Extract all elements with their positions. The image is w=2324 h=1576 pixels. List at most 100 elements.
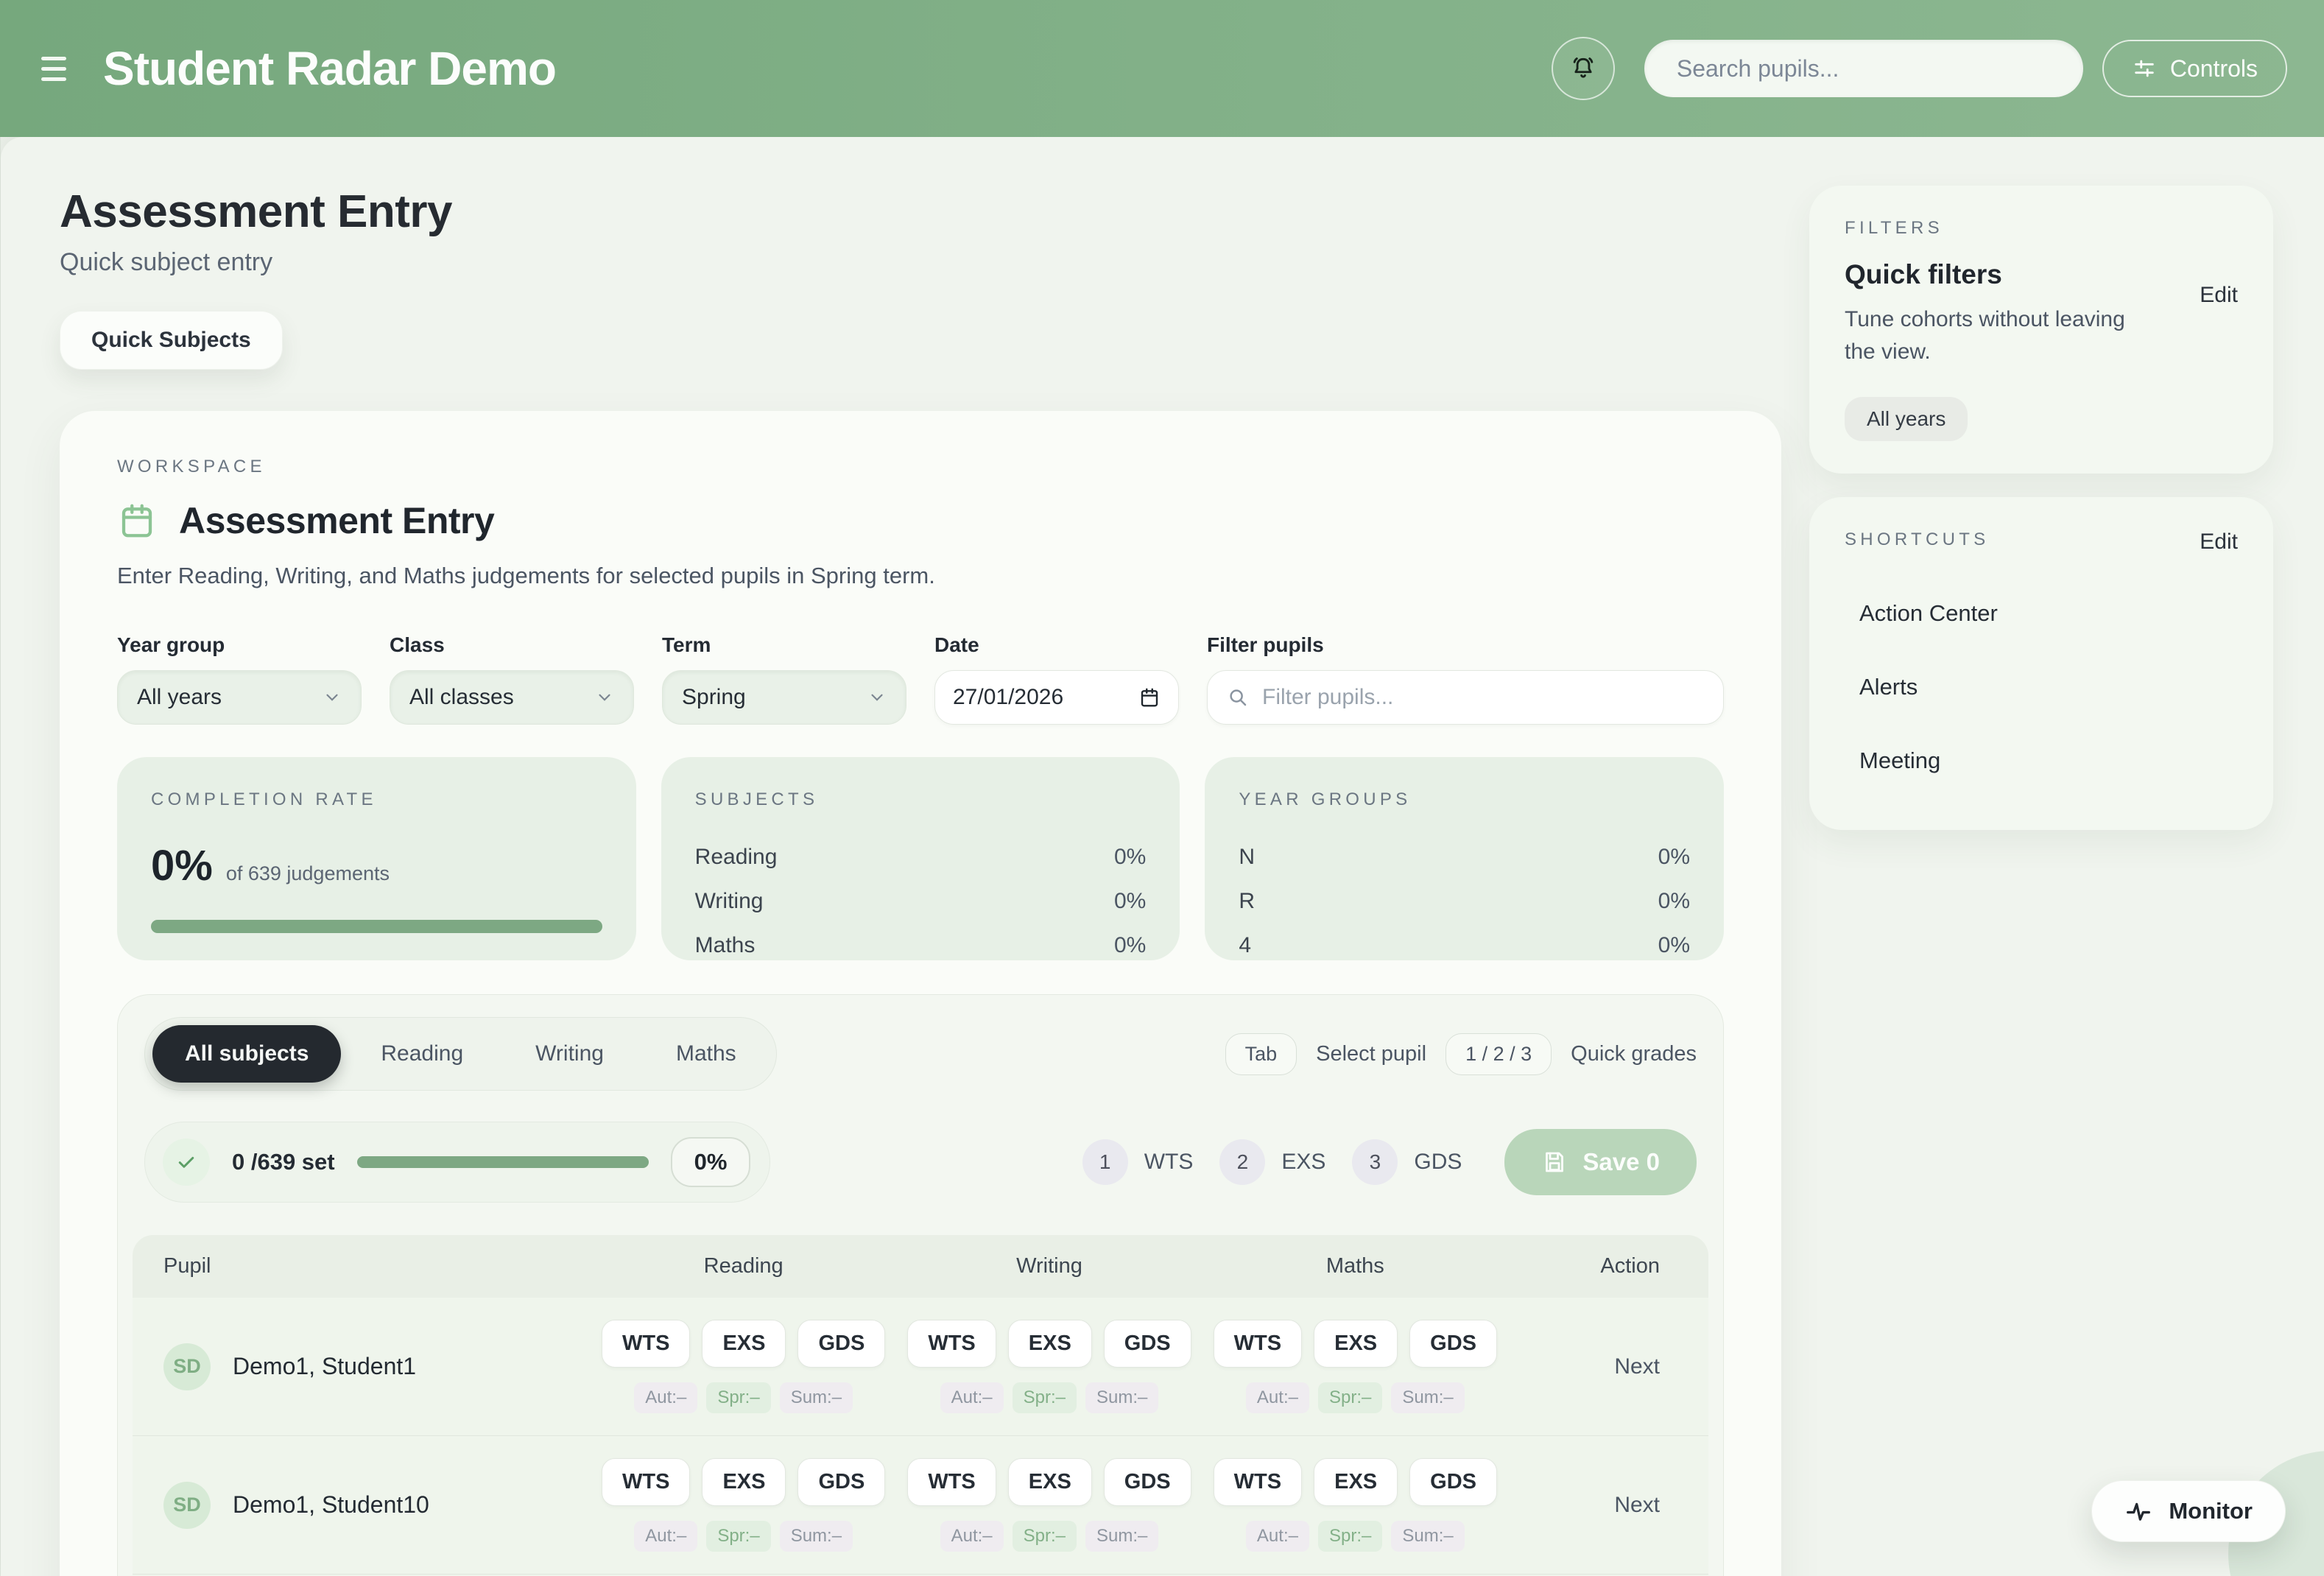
grade-gds-button[interactable]: GDS <box>1409 1320 1497 1368</box>
shortcut-meeting[interactable]: Meeting <box>1845 724 2238 798</box>
term-badge-sum: Sum:– <box>1391 1521 1464 1552</box>
reading-cell: WTS EXS GDS Aut:– Spr:– Sum:– <box>591 1320 896 1413</box>
year-group-label: Year group <box>117 633 362 657</box>
shortcuts-edit-button[interactable]: Edit <box>2200 530 2238 555</box>
grade-wts-button[interactable]: WTS <box>907 1458 996 1506</box>
save-icon <box>1541 1149 1568 1175</box>
tab-all-subjects[interactable]: All subjects <box>152 1025 341 1083</box>
filter-pupils-box[interactable] <box>1207 670 1724 725</box>
monitor-button[interactable]: Monitor <box>2091 1480 2286 1542</box>
term-badge-aut: Aut:– <box>634 1382 697 1413</box>
stats-row: COMPLETION RATE 0% of 639 judgements SUB… <box>117 757 1724 960</box>
term-select[interactable]: Spring <box>662 670 906 725</box>
date-input[interactable]: 27/01/2026 <box>934 670 1179 725</box>
filter-pupils-field: Filter pupils <box>1207 633 1724 725</box>
tab-key-hint: Tab <box>1225 1033 1297 1075</box>
tab-writing[interactable]: Writing <box>503 1025 636 1083</box>
class-select[interactable]: All classes <box>390 670 634 725</box>
grade-exs-button[interactable]: EXS <box>1314 1458 1398 1506</box>
grade-exs-button[interactable]: EXS <box>702 1320 786 1368</box>
year-group-select[interactable]: All years <box>117 670 362 725</box>
grade-wts-button[interactable]: WTS <box>602 1320 690 1368</box>
tab-maths[interactable]: Maths <box>644 1025 769 1083</box>
activity-icon <box>2124 1497 2152 1525</box>
grade-gds-button[interactable]: GDS <box>1409 1458 1497 1506</box>
grade-wts-button[interactable]: WTS <box>1214 1320 1302 1368</box>
grade-exs-button[interactable]: EXS <box>1008 1458 1092 1506</box>
workspace-card: WORKSPACE Assessment Entry Enter Reading… <box>60 411 1781 1576</box>
controls-button[interactable]: Controls <box>2102 40 2287 97</box>
subjects-eyebrow: SUBJECTS <box>695 789 1147 810</box>
col-action: Action <box>1508 1254 1677 1278</box>
completion-eyebrow: COMPLETION RATE <box>151 789 602 810</box>
date-label: Date <box>934 633 1179 657</box>
year-group-stat-row: N0% <box>1239 835 1690 879</box>
grade-gds-button[interactable]: GDS <box>1104 1458 1191 1506</box>
year-group-field: Year group All years <box>117 633 362 725</box>
maths-cell: WTS EXS GDS Aut:– Spr:– Sum:– <box>1203 1320 1508 1413</box>
col-maths: Maths <box>1203 1254 1508 1278</box>
shortcut-action-center[interactable]: Action Center <box>1845 577 2238 650</box>
save-button[interactable]: Save 0 <box>1504 1129 1697 1195</box>
table-row: SD Demo1, Student10 WTS EXS GDS <box>133 1435 1708 1574</box>
completion-rate-card: COMPLETION RATE 0% of 639 judgements <box>117 757 636 960</box>
term-badge-aut: Aut:– <box>940 1382 1004 1413</box>
col-pupil: Pupil <box>163 1254 591 1278</box>
grade-wts-button[interactable]: WTS <box>907 1320 996 1368</box>
global-search[interactable] <box>1644 40 2083 97</box>
search-input[interactable] <box>1677 55 2051 82</box>
all-years-chip[interactable]: All years <box>1845 397 1968 441</box>
entry-panel: All subjects Reading Writing Maths Tab S… <box>117 994 1724 1576</box>
entry-progress: 0 /639 set 0% <box>144 1122 770 1203</box>
shortcut-alerts[interactable]: Alerts <box>1845 650 2238 724</box>
calendar-small-icon <box>1138 686 1161 708</box>
quick-subjects-button[interactable]: Quick Subjects <box>60 311 283 370</box>
grade-exs-button[interactable]: EXS <box>1008 1320 1092 1368</box>
avatar: SD <box>163 1343 211 1390</box>
completion-value: 0% <box>151 841 213 890</box>
class-value: All classes <box>409 685 514 710</box>
filter-pupils-input[interactable] <box>1262 685 1704 710</box>
grade-gds-button[interactable]: GDS <box>797 1458 885 1506</box>
main-panel: Assessment Entry Quick subject entry Qui… <box>1 137 2324 1576</box>
key-3: 3 <box>1352 1139 1398 1185</box>
next-link[interactable]: Next <box>1508 1354 1677 1379</box>
page-subtitle: Quick subject entry <box>60 248 1781 277</box>
term-badge-spr: Spr:– <box>706 1521 770 1552</box>
notifications-button[interactable] <box>1552 37 1615 100</box>
quick-filters-card: FILTERS Quick filters Tune cohorts witho… <box>1809 186 2273 474</box>
subject-stat-row: Reading0% <box>695 835 1147 879</box>
completion-progress-bar <box>151 920 602 933</box>
filter-pupils-label: Filter pupils <box>1207 633 1724 657</box>
next-link[interactable]: Next <box>1508 1493 1677 1518</box>
date-value: 27/01/2026 <box>953 685 1063 710</box>
shortcuts-eyebrow: SHORTCUTS <box>1845 530 1989 550</box>
menu-icon[interactable] <box>41 54 75 83</box>
sliders-icon <box>2132 56 2157 81</box>
entry-progress-bar <box>357 1156 649 1168</box>
grade-exs-button[interactable]: EXS <box>1314 1320 1398 1368</box>
pupil-table: Pupil Reading Writing Maths Action SD De… <box>133 1235 1708 1576</box>
term-badge-spr: Spr:– <box>1318 1521 1382 1552</box>
grade-gds-button[interactable]: GDS <box>1104 1320 1191 1368</box>
year-group-value: All years <box>137 685 222 710</box>
quick-filters-title: Quick filters <box>1845 259 2154 290</box>
subject-stat-row: Writing0% <box>695 879 1147 924</box>
year-groups-card: YEAR GROUPS N0% R0% 40% <box>1205 757 1724 960</box>
subject-tabs: All subjects Reading Writing Maths <box>144 1017 777 1091</box>
chevron-down-icon <box>323 688 342 707</box>
term-badge-sum: Sum:– <box>1085 1382 1158 1413</box>
chevron-down-icon <box>595 688 614 707</box>
filters-edit-button[interactable]: Edit <box>2200 283 2238 308</box>
save-label: Save 0 <box>1582 1148 1660 1176</box>
grade-wts-button[interactable]: WTS <box>1214 1458 1302 1506</box>
writing-cell: WTS EXS GDS Aut:– Spr:– Sum:– <box>896 1458 1202 1552</box>
tab-reading[interactable]: Reading <box>348 1025 496 1083</box>
class-field: Class All classes <box>390 633 634 725</box>
term-badge-spr: Spr:– <box>1013 1521 1077 1552</box>
term-badge-aut: Aut:– <box>1246 1382 1309 1413</box>
grade-gds-button[interactable]: GDS <box>797 1320 885 1368</box>
grade-exs-button[interactable]: EXS <box>702 1458 786 1506</box>
grade-wts-button[interactable]: WTS <box>602 1458 690 1506</box>
key-1: 1 <box>1082 1139 1128 1185</box>
